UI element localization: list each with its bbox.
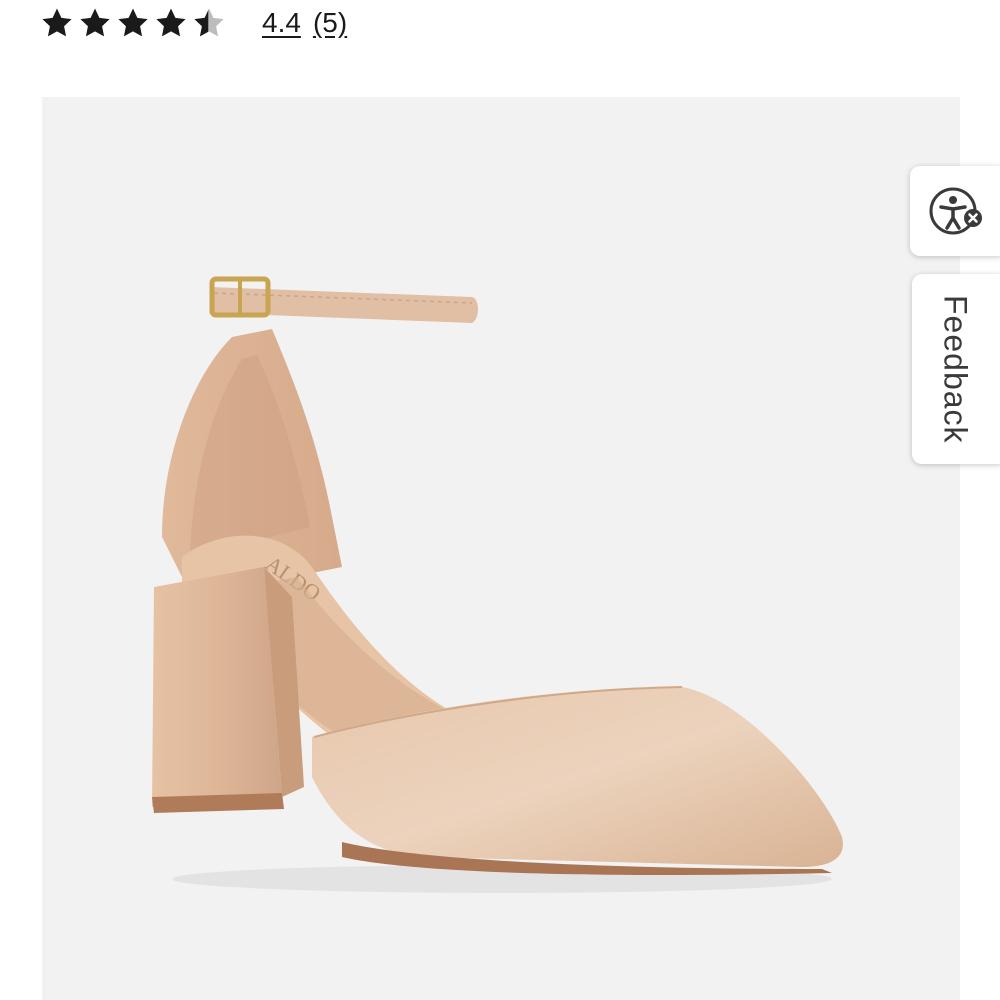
star-icon [42, 8, 72, 37]
partial-star-icon [194, 8, 224, 37]
accessibility-icon [929, 187, 982, 235]
star-rating [40, 6, 226, 40]
product-page: 4.4 (5) Feedback [0, 0, 1000, 1000]
accessibility-button[interactable] [910, 166, 1000, 256]
star-icon [156, 8, 186, 37]
review-count-link[interactable]: (5) [313, 7, 347, 39]
rating-value-link[interactable]: 4.4 [262, 7, 301, 39]
product-image[interactable]: ALDO [42, 97, 960, 1000]
feedback-button[interactable]: Feedback [912, 274, 1000, 464]
feedback-label: Feedback [937, 294, 974, 444]
shoe-illustration: ALDO [152, 276, 843, 893]
star-icon [118, 8, 148, 37]
rating-summary[interactable]: 4.4 (5) [40, 0, 347, 46]
star-icon [80, 8, 110, 37]
